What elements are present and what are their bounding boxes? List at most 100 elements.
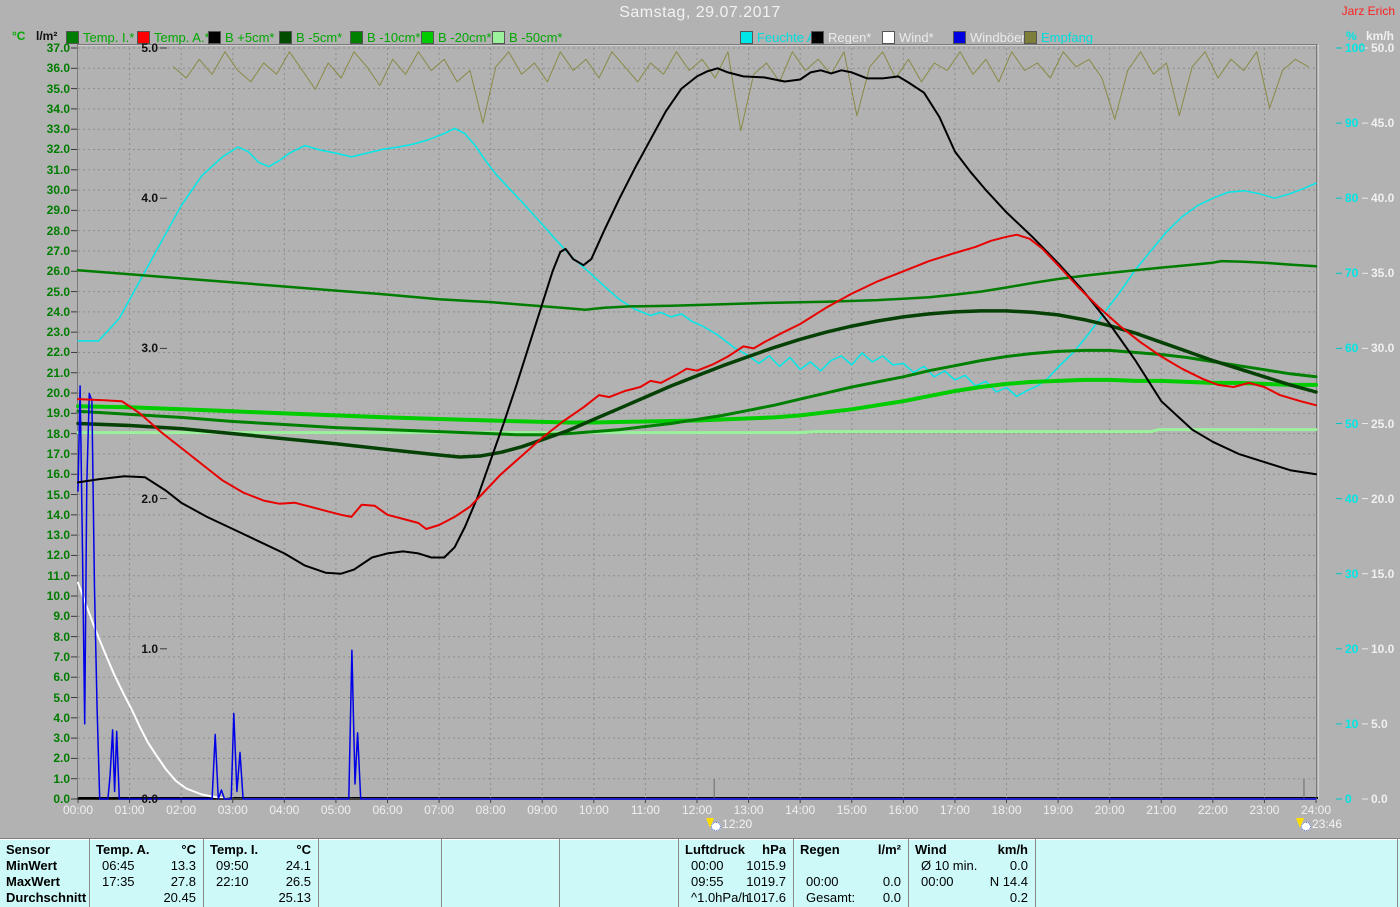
celsius-tick-label: 31.0 — [46, 162, 70, 177]
stats-header: Luftdruck — [685, 842, 745, 857]
series-empfang — [172, 51, 1309, 132]
stats-value-time: 22:10 — [216, 874, 249, 889]
celsius-tick-label: 21.0 — [46, 365, 70, 380]
stats-value: 0.0 — [1009, 858, 1028, 873]
celsius-tick-label: 16.0 — [46, 467, 70, 482]
celsius-tick-label: 25.0 — [46, 284, 70, 299]
celsius-tick-label: 8.0 — [53, 629, 70, 644]
hour-tick-label: 18:00 — [991, 803, 1022, 817]
stats-value: 1015.9 — [746, 858, 786, 873]
stats-row-label: Durchschnitt — [6, 890, 87, 905]
hour-tick-label: 23:00 — [1249, 803, 1280, 817]
hour-tick-label: 09:00 — [527, 803, 558, 817]
stats-value: 24.1 — [285, 858, 311, 873]
stats-value-time: 06:45 — [102, 858, 135, 873]
kmh-tick-label: 45.0 — [1371, 116, 1395, 131]
percent-tick-label: 30 — [1345, 566, 1359, 581]
time-marker-label: 12:20 — [722, 817, 753, 831]
stats-header: Regen — [800, 842, 840, 857]
stats-row-label: Sensor — [6, 842, 51, 857]
stats-table-right-border — [1397, 838, 1398, 907]
stats-value-time: ^1.0hPa/h — [691, 890, 750, 905]
stats-value: N 14.4 — [989, 874, 1028, 889]
stats-value: 0.2 — [1009, 890, 1028, 905]
stats-value: 0.0 — [882, 890, 901, 905]
stats-col-luftdruck: Luftdruck hPa 00:00 1015.9 09:55 1019.7 ^1.0hP… — [678, 839, 794, 907]
stats-col-wind: Wind km/h Ø 10 min. 0.0 00:00 N 14.4 0.2 — [908, 839, 1036, 907]
hour-tick-label: 10:00 — [578, 803, 609, 817]
hour-tick-label: 22:00 — [1197, 803, 1228, 817]
celsius-tick-label: 10.0 — [46, 589, 70, 604]
hour-tick-label: 07:00 — [424, 803, 455, 817]
celsius-tick-label: 5.0 — [53, 690, 70, 705]
stats-row-label: MaxWert — [6, 874, 60, 889]
stats-value-time: Ø 10 min. — [921, 858, 978, 873]
percent-tick-label: 80 — [1345, 191, 1359, 206]
percent-tick-label: 60 — [1345, 341, 1359, 356]
celsius-tick-label: 18.0 — [46, 426, 70, 441]
stats-col-empty — [1035, 839, 1398, 907]
stats-unit: hPa — [762, 842, 786, 857]
celsius-tick-label: 23.0 — [46, 325, 70, 340]
series-b_m20 — [76, 377, 1318, 425]
stats-col-empty — [441, 839, 560, 907]
hour-tick-label: 20:00 — [1094, 803, 1125, 817]
stats-table: Sensor MinWert MaxWert Durchschnitt Temp. A.… — [0, 838, 1400, 907]
kmh-tick-label: 15.0 — [1371, 566, 1395, 581]
celsius-tick-label: 37.0 — [46, 41, 70, 55]
kmh-tick-label: 25.0 — [1371, 416, 1395, 431]
stats-value: 26.5 — [285, 874, 311, 889]
celsius-tick-label: 34.0 — [46, 101, 70, 116]
hour-tick-label: 24:00 — [1300, 803, 1332, 817]
kmh-tick-label: 20.0 — [1371, 491, 1395, 506]
celsius-tick-label: 26.0 — [46, 264, 70, 279]
stats-unit: °C — [181, 842, 196, 857]
celsius-tick-label: 28.0 — [46, 223, 70, 238]
sun-flash-icon — [706, 817, 722, 831]
chart-plot-area[interactable] — [0, 0, 1400, 907]
time-marker-23-46[interactable]: 23:46 — [1295, 817, 1342, 831]
hour-tick-label: 03:00 — [217, 803, 248, 817]
kmh-tick-label: 10.0 — [1371, 641, 1395, 656]
hour-tick-label: 19:00 — [1043, 803, 1074, 817]
hour-tick-label: 13:00 — [733, 803, 764, 817]
celsius-tick-label: 32.0 — [46, 142, 70, 157]
celsius-tick-label: 14.0 — [46, 507, 70, 522]
lm2-tick-label: 5.0 — [141, 41, 158, 55]
hour-tick-label: 00:00 — [62, 803, 94, 817]
celsius-tick-label: 27.0 — [46, 243, 70, 258]
lm2-tick-label: 1.0 — [141, 641, 158, 656]
hour-tick-label: 17:00 — [939, 803, 970, 817]
percent-tick-label: 100 — [1345, 41, 1366, 55]
hour-tick-label: 12:00 — [681, 803, 713, 817]
hour-tick-label: 01:00 — [114, 803, 145, 817]
lm2-tick-label: 2.0 — [141, 491, 158, 506]
celsius-tick-label: 29.0 — [46, 203, 70, 218]
percent-tick-label: 40 — [1345, 491, 1359, 506]
celsius-tick-label: 6.0 — [53, 670, 70, 685]
stats-col-empty — [318, 839, 442, 907]
series-b_m50 — [76, 428, 1318, 435]
hour-tick-label: 04:00 — [269, 803, 300, 817]
kmh-tick-label: 5.0 — [1371, 716, 1388, 731]
celsius-tick-label: 1.0 — [53, 771, 70, 786]
celsius-tick-label: 11.0 — [47, 568, 70, 583]
stats-value: 13.3 — [170, 858, 196, 873]
celsius-tick-label: 35.0 — [46, 81, 70, 96]
stats-value: 25.13 — [278, 890, 311, 905]
time-marker-12-20[interactable]: 12:20 — [706, 817, 752, 831]
stats-header: Temp. I. — [210, 842, 259, 857]
stats-row-label: MinWert — [6, 858, 58, 873]
percent-tick-label: 0 — [1345, 792, 1352, 806]
stats-col-temp-i-: Temp. I. °C 09:50 24.1 22:10 26.5 25.13 — [203, 839, 319, 907]
percent-tick-label: 10 — [1345, 716, 1359, 731]
kmh-tick-label: 30.0 — [1371, 341, 1395, 356]
stats-value: 20.45 — [163, 890, 196, 905]
celsius-tick-label: 12.0 — [46, 548, 70, 563]
stats-value: 0.0 — [882, 874, 901, 889]
sun-flash-icon — [1295, 817, 1311, 831]
celsius-tick-label: 36.0 — [46, 61, 70, 76]
stats-col-regen: Regen l/m² 00:00 0.0 Gesamt: 0.0 — [793, 839, 909, 907]
stats-value-time: 00:00 — [691, 858, 724, 873]
stats-value-time: 00:00 — [806, 874, 839, 889]
